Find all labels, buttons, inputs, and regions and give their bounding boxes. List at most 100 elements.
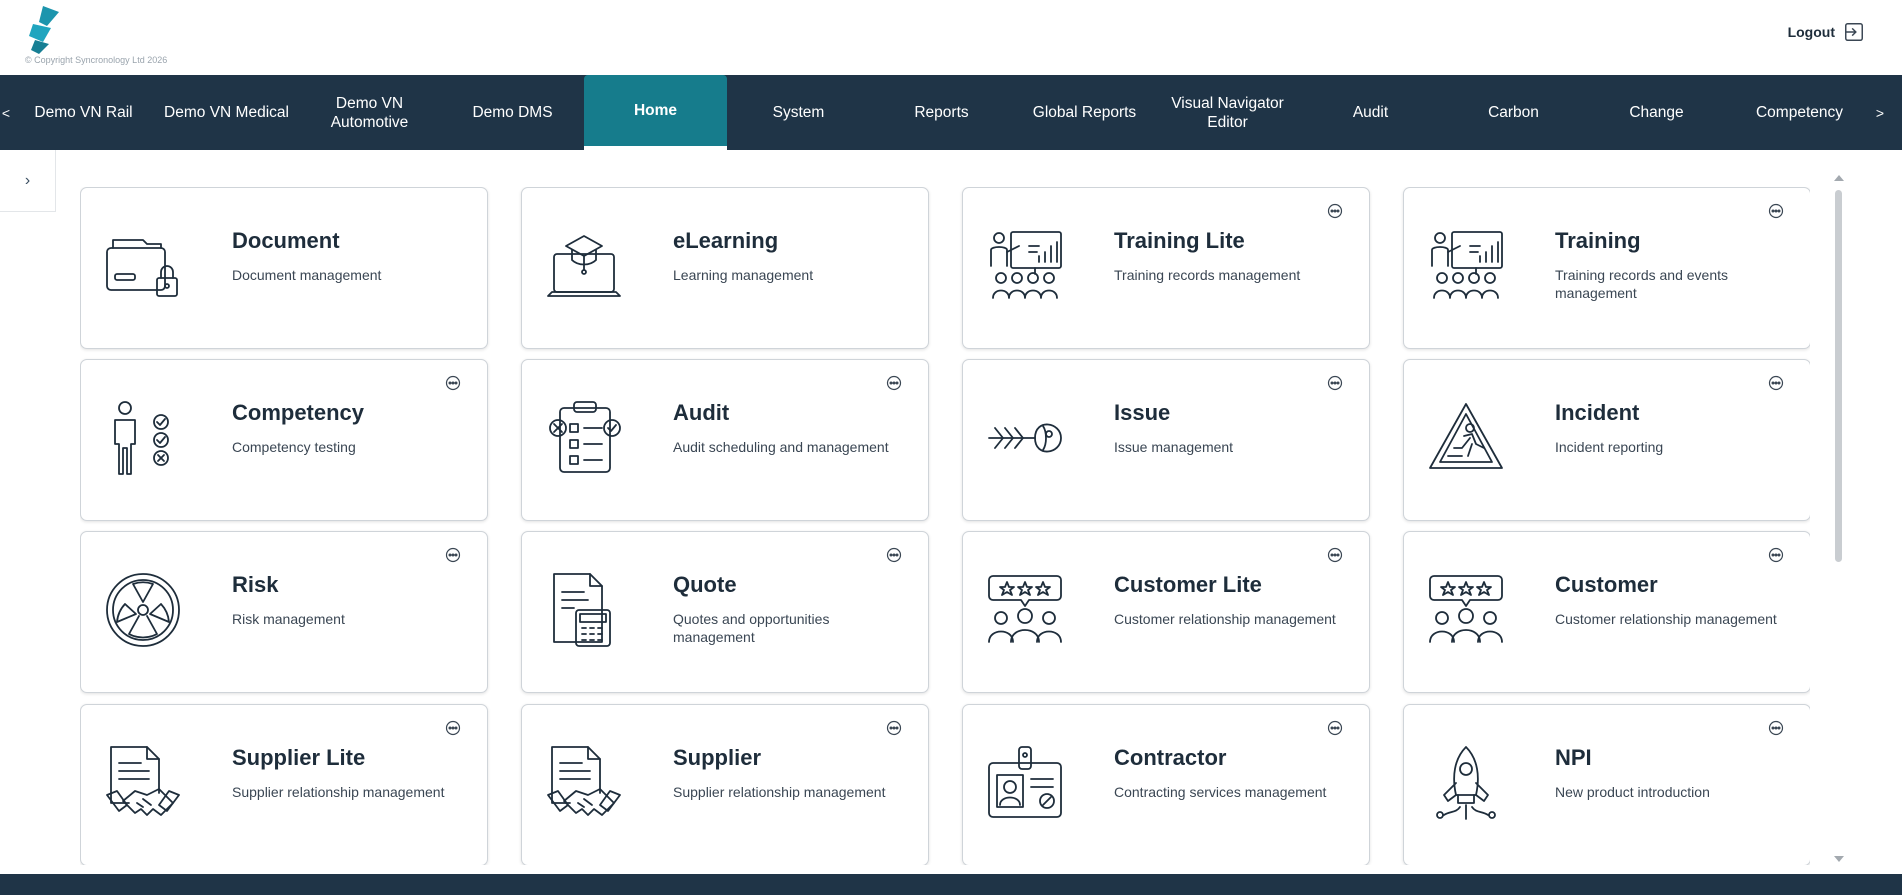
- sidebar-toggle[interactable]: ›: [0, 150, 56, 212]
- more-options-icon[interactable]: [1327, 203, 1343, 219]
- more-options-icon[interactable]: [1327, 720, 1343, 736]
- logout-icon: [1845, 23, 1863, 41]
- nav-tab-competency[interactable]: Competency: [1728, 75, 1871, 150]
- nav-tab-global-reports[interactable]: Global Reports: [1013, 75, 1156, 150]
- module-description: Document management: [232, 267, 382, 283]
- module-description: Customer relationship management: [1114, 611, 1336, 627]
- module-card-supplier[interactable]: Supplier Supplier relationship management: [521, 704, 929, 865]
- module-title: Incident: [1555, 400, 1640, 425]
- training-presentation-icon: [1426, 226, 1506, 306]
- nav-tab-system[interactable]: System: [727, 75, 870, 150]
- nav-tab-demo-vn-rail[interactable]: Demo VN Rail: [12, 75, 155, 150]
- main-nav: < Demo VN Rail Demo VN Medical Demo VN Auto…: [0, 75, 1902, 150]
- module-card-training[interactable]: Training Training records and events mana…: [1403, 187, 1810, 349]
- nav-scroll-right[interactable]: >: [1871, 75, 1889, 150]
- module-card-audit[interactable]: Audit Audit scheduling and management: [521, 359, 929, 521]
- module-card-incident[interactable]: Incident Incident reporting: [1403, 359, 1810, 521]
- scroll-up-arrow[interactable]: [1834, 175, 1844, 181]
- nav-tab-demo-vn-medical[interactable]: Demo VN Medical: [155, 75, 298, 150]
- more-options-icon[interactable]: [1327, 547, 1343, 563]
- module-card-npi[interactable]: NPI New product introduction: [1403, 704, 1810, 865]
- module-description: Supplier relationship management: [232, 784, 445, 800]
- document-handshake-icon: [103, 743, 183, 823]
- module-title: Customer: [1555, 572, 1658, 597]
- customer-rating-icon: [985, 570, 1065, 650]
- document-calculator-icon: [544, 570, 624, 650]
- copyright-text: © Copyright Syncronology Ltd 2026: [25, 55, 168, 65]
- module-card-document[interactable]: Document Document management: [80, 187, 488, 349]
- more-options-icon[interactable]: [886, 547, 902, 563]
- module-description: Audit scheduling and management: [673, 439, 889, 455]
- module-description: Incident reporting: [1555, 439, 1664, 455]
- more-options-icon[interactable]: [445, 547, 461, 563]
- nav-tab-audit[interactable]: Audit: [1299, 75, 1442, 150]
- module-description: New product introduction: [1555, 784, 1710, 800]
- radiation-icon: [103, 570, 183, 650]
- nav-scroll-left[interactable]: <: [0, 75, 12, 150]
- chevron-right-icon: ›: [24, 171, 31, 189]
- module-card-issue[interactable]: Issue Issue management: [962, 359, 1370, 521]
- module-description: Contracting services management: [1114, 784, 1327, 800]
- more-options-icon[interactable]: [1768, 375, 1784, 391]
- nav-tab-change[interactable]: Change: [1585, 75, 1728, 150]
- document-handshake-icon: [544, 743, 624, 823]
- module-title: Contractor: [1114, 745, 1227, 770]
- scroll-down-arrow[interactable]: [1834, 856, 1844, 862]
- logout-button[interactable]: Logout: [1788, 21, 1865, 43]
- nav-tab-carbon[interactable]: Carbon: [1442, 75, 1585, 150]
- more-options-icon[interactable]: [1327, 375, 1343, 391]
- module-description: Competency testing: [232, 439, 356, 455]
- module-description: Learning management: [673, 267, 814, 283]
- customer-rating-icon: [1426, 570, 1506, 650]
- module-card-customer-lite[interactable]: Customer Lite Customer relationship manag…: [962, 531, 1370, 693]
- elearning-laptop-icon: [544, 226, 624, 306]
- module-card-elearning[interactable]: eLearning Learning management: [521, 187, 929, 349]
- more-options-icon[interactable]: [886, 375, 902, 391]
- module-title: Supplier: [673, 745, 762, 770]
- module-description: Supplier relationship management: [673, 784, 886, 800]
- module-title: Issue: [1114, 400, 1171, 425]
- nav-tab-visual-navigator-editor[interactable]: Visual Navigator Editor: [1156, 75, 1299, 150]
- more-options-icon[interactable]: [1768, 547, 1784, 563]
- module-grid: Document Document management eLearning Lear…: [80, 187, 1810, 865]
- logout-label: Logout: [1787, 24, 1835, 40]
- fishbone-icon: [985, 398, 1065, 478]
- module-card-contractor[interactable]: Contractor Contracting services managemen…: [962, 704, 1370, 865]
- module-card-training-lite[interactable]: Training Lite Training records management: [962, 187, 1370, 349]
- training-presentation-icon: [985, 226, 1065, 306]
- module-title: Quote: [673, 572, 737, 597]
- more-options-icon[interactable]: [1768, 203, 1784, 219]
- id-badge-icon: [985, 743, 1065, 823]
- more-options-icon[interactable]: [445, 375, 461, 391]
- module-title: Training Lite: [1114, 228, 1245, 253]
- module-title: eLearning: [673, 228, 779, 253]
- module-title: Supplier Lite: [232, 745, 366, 770]
- module-title: Competency: [232, 400, 365, 425]
- document-lock-icon: [103, 226, 183, 306]
- clipboard-checklist-icon: [544, 398, 624, 478]
- module-description: Issue management: [1114, 439, 1234, 455]
- module-card-competency[interactable]: Competency Competency testing: [80, 359, 488, 521]
- module-card-customer[interactable]: Customer Customer relationship management: [1403, 531, 1810, 693]
- scroll-thumb[interactable]: [1835, 190, 1842, 562]
- syncronology-logo[interactable]: [25, 6, 65, 54]
- nav-tab-demo-vn-automotive[interactable]: Demo VN Automotive: [298, 75, 441, 150]
- top-header: © Copyright Syncronology Ltd 2026 Logout: [0, 0, 1902, 75]
- module-description: Customer relationship management: [1555, 611, 1777, 627]
- nav-tab-reports[interactable]: Reports: [870, 75, 1013, 150]
- more-options-icon[interactable]: [886, 720, 902, 736]
- nav-tab-demo-dms[interactable]: Demo DMS: [441, 75, 584, 150]
- footer-bar: [0, 874, 1902, 895]
- more-options-icon[interactable]: [445, 720, 461, 736]
- module-title: NPI: [1555, 745, 1592, 770]
- module-card-quote[interactable]: Quote Quotes and opportunities management: [521, 531, 929, 693]
- module-description: Risk management: [232, 611, 345, 627]
- module-card-risk[interactable]: Risk Risk management: [80, 531, 488, 693]
- module-title: Customer Lite: [1114, 572, 1262, 597]
- scrollbar[interactable]: [1831, 172, 1846, 865]
- more-options-icon[interactable]: [1768, 720, 1784, 736]
- nav-tab-home[interactable]: Home: [584, 75, 727, 150]
- warning-slip-icon: [1426, 398, 1506, 478]
- module-description: Quotes and opportunities management: [673, 611, 830, 645]
- module-card-supplier-lite[interactable]: Supplier Lite Supplier relationship manag…: [80, 704, 488, 865]
